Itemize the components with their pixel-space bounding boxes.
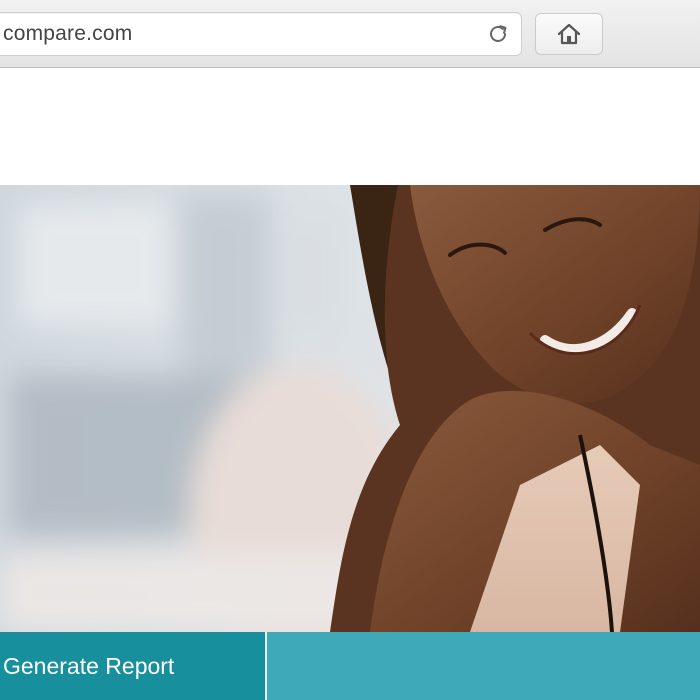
page-header (0, 68, 700, 185)
generate-report-button[interactable]: Generate Report (0, 632, 265, 700)
hero-image (0, 185, 700, 632)
secondary-action-panel[interactable] (267, 632, 700, 700)
reload-icon[interactable] (486, 22, 510, 46)
hero-photo-illustration (0, 185, 700, 632)
browser-toolbar: compare.com (0, 0, 700, 68)
url-text[interactable]: compare.com (3, 22, 132, 46)
home-icon (557, 23, 581, 45)
action-bar: Generate Report (0, 632, 700, 700)
home-button[interactable] (535, 13, 603, 55)
address-bar[interactable]: compare.com (0, 12, 522, 56)
